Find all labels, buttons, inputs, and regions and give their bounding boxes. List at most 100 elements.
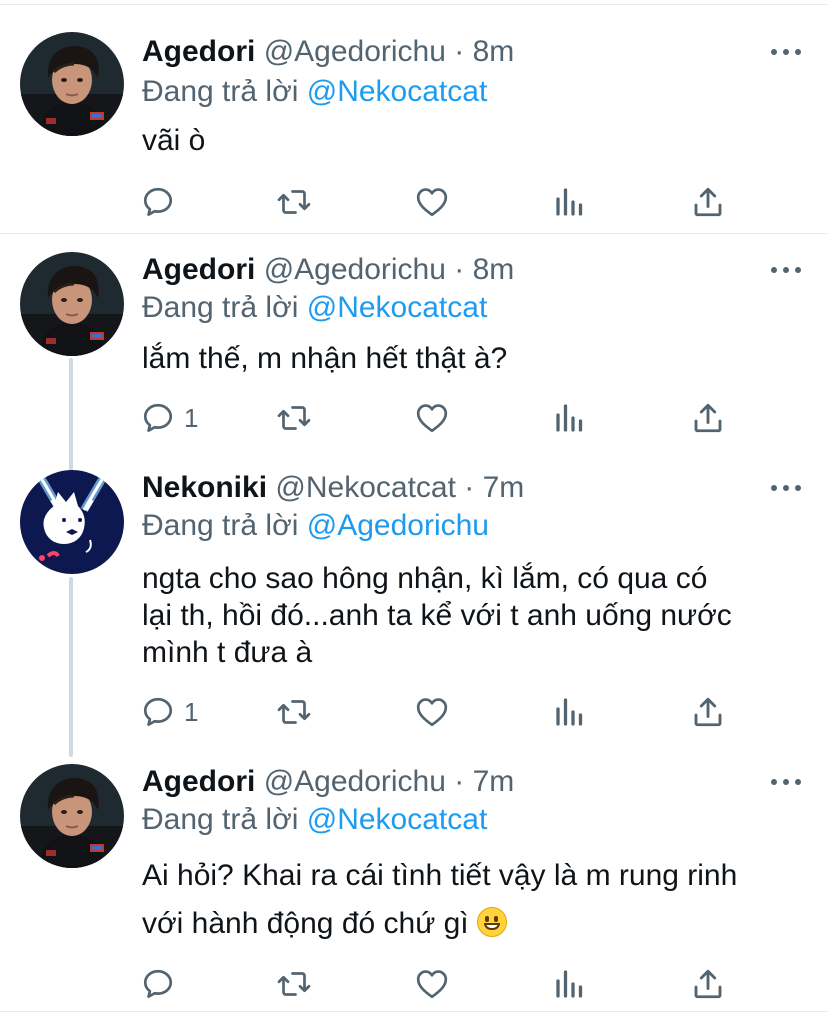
timestamp[interactable]: 8m [473,253,515,286]
retweet-button[interactable] [276,692,312,732]
replying-prefix: Đang trả lời [142,803,307,836]
analytics-button[interactable] [552,182,588,222]
reply-icon [140,966,176,1002]
tweet[interactable]: Nekoniki @Nekocatcat · 7m Đang trả lời @… [0,458,828,754]
handle[interactable]: @Agedorichu [264,253,446,286]
avatar[interactable] [20,252,124,356]
reply-icon [140,694,176,730]
retweet-button[interactable] [276,964,312,1004]
tweet-text: Ai hỏi? Khai ra cái tình tiết vậy là m r… [142,852,802,948]
heart-icon [414,184,450,220]
tweet-header: Agedori @Agedorichu · 8m [142,32,514,72]
analytics-button[interactable] [552,398,588,438]
action-bar: 1 [0,398,828,438]
tweet-text: ngta cho sao hông nhận, kì lắm, có qua c… [142,560,802,671]
replying-to: Đang trả lời @Nekocatcat [142,288,487,328]
share-icon [690,184,726,220]
bottom-divider [0,1011,828,1012]
replying-prefix: Đang trả lời [142,291,307,324]
like-button[interactable] [414,692,450,732]
action-bar [0,182,828,222]
tweet-text-line-content: với hành động đó chứ gì [142,907,469,940]
retweet-icon [276,694,312,730]
analytics-icon [552,400,588,436]
tweet-header: Agedori @Agedorichu · 8m [142,250,514,290]
retweet-icon [276,184,312,220]
more-icon[interactable] [768,772,804,792]
analytics-button[interactable] [552,964,588,1004]
replying-prefix: Đang trả lời [142,509,307,542]
like-button[interactable] [414,182,450,222]
handle[interactable]: @Agedorichu [264,765,446,798]
analytics-button[interactable] [552,692,588,732]
retweet-icon [276,400,312,436]
tweet-text-line: với hành động đó chứ gì [142,900,802,948]
display-name[interactable]: Agedori [142,253,255,286]
share-icon [690,966,726,1002]
mention-link[interactable]: @Nekocatcat [307,291,488,324]
handle[interactable]: @Agedorichu [264,35,446,68]
share-button[interactable] [690,692,726,732]
retweet-button[interactable] [276,398,312,438]
reply-icon [140,400,176,436]
avatar[interactable] [20,32,124,136]
share-button[interactable] [690,398,726,438]
replying-to: Đang trả lời @Nekocatcat [142,800,487,840]
mention-link[interactable]: @Agedorichu [307,509,489,542]
reply-button[interactable]: 1 [140,692,198,732]
grinning-face-icon [477,907,507,937]
reply-count: 1 [184,696,199,727]
tweet[interactable]: Agedori @Agedorichu · 7m Đang trả lời @N… [0,754,828,1012]
tweet[interactable]: Agedori @Agedorichu · 8m Đang trả lời @N… [0,234,828,458]
analytics-icon [552,694,588,730]
analytics-icon [552,966,588,1002]
avatar[interactable] [20,764,124,868]
like-button[interactable] [414,398,450,438]
like-button[interactable] [414,964,450,1004]
display-name[interactable]: Agedori [142,35,255,68]
mention-link[interactable]: @Nekocatcat [307,75,488,108]
timestamp[interactable]: 7m [483,471,525,504]
separator: · [445,35,473,68]
separator: · [455,471,483,504]
replying-to: Đang trả lời @Nekocatcat [142,72,487,112]
avatar[interactable] [20,470,124,574]
share-button[interactable] [690,964,726,1004]
tweet-text-line: ngta cho sao hông nhận, kì lắm, có qua c… [142,562,708,595]
retweet-icon [276,966,312,1002]
tweet-text-line: Ai hỏi? Khai ra cái tình tiết vậy là m r… [142,859,738,892]
share-button[interactable] [690,182,726,222]
action-bar: 1 [0,692,828,732]
replying-prefix: Đang trả lời [142,75,307,108]
display-name[interactable]: Nekoniki [142,471,267,504]
tweet-text-line: mình t đưa à [142,636,313,669]
more-icon[interactable] [768,260,804,280]
reply-icon [140,184,176,220]
tweet-header: Nekoniki @Nekocatcat · 7m [142,468,524,508]
action-bar [0,964,828,1004]
tweet-text: vãi ò [142,124,206,157]
tweet-text: lắm thế, m nhận hết thật à? [142,342,508,375]
mention-link[interactable]: @Nekocatcat [307,803,488,836]
share-icon [690,400,726,436]
analytics-icon [552,184,588,220]
timestamp[interactable]: 7m [473,765,515,798]
reply-button[interactable] [140,182,184,222]
more-icon[interactable] [768,478,804,498]
reply-count: 1 [184,402,199,433]
more-icon[interactable] [768,42,804,62]
tweet[interactable]: Agedori @Agedorichu · 8m Đang trả lời @N… [0,0,828,233]
retweet-button[interactable] [276,182,312,222]
handle[interactable]: @Nekocatcat [275,471,456,504]
separator: · [445,253,473,286]
tweet-header: Agedori @Agedorichu · 7m [142,762,514,802]
replying-to: Đang trả lời @Agedorichu [142,506,489,546]
share-icon [690,694,726,730]
reply-button[interactable] [140,964,184,1004]
heart-icon [414,694,450,730]
heart-icon [414,966,450,1002]
separator: · [445,765,473,798]
reply-button[interactable]: 1 [140,398,198,438]
timestamp[interactable]: 8m [473,35,515,68]
display-name[interactable]: Agedori [142,765,255,798]
